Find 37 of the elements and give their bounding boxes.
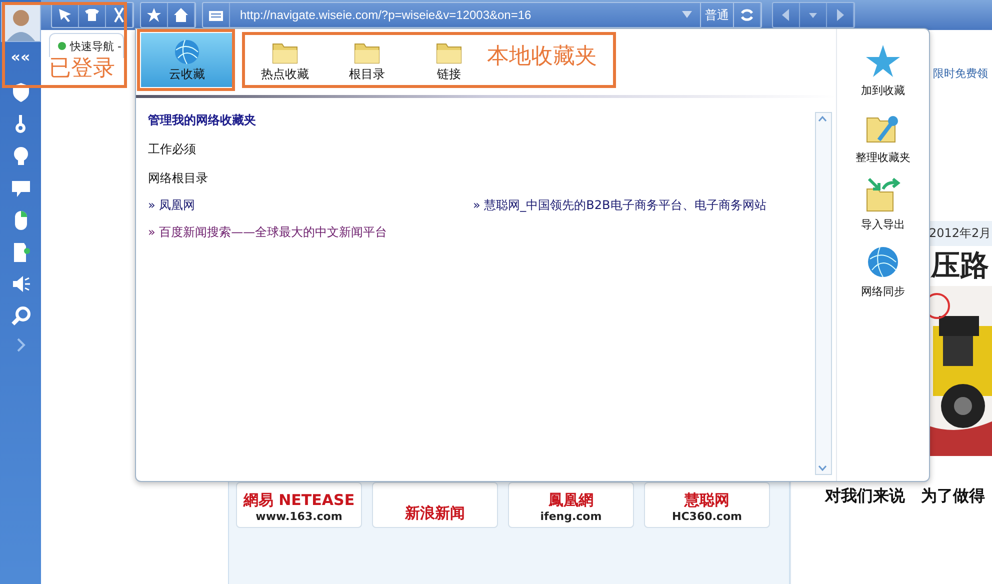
address-bar[interactable]: http://navigate.wiseie.com/?p=wiseie&v=12003&on=16 普通 bbox=[202, 2, 762, 28]
folder-title[interactable]: 工作必须 bbox=[148, 141, 815, 158]
folder-arrows-icon bbox=[865, 177, 901, 213]
browser-tab[interactable]: 快速导航 - bbox=[49, 33, 124, 58]
chevron-icon[interactable] bbox=[14, 338, 26, 352]
dropdown-icon[interactable] bbox=[682, 11, 692, 19]
site-logo[interactable]: 新浪新闻 bbox=[372, 482, 498, 528]
star-icon bbox=[865, 43, 901, 79]
scrollbar[interactable] bbox=[815, 112, 832, 475]
site-logo[interactable]: 鳳凰網 ifeng.com bbox=[508, 482, 634, 528]
site-logo[interactable]: 慧聪网 HC360.com bbox=[644, 482, 770, 528]
site-logo[interactable]: 網易 NETEASE www.163.com bbox=[236, 482, 362, 528]
annotation-label: 本地收藏夹 bbox=[487, 45, 597, 70]
folder-title[interactable]: 网络根目录 bbox=[148, 170, 815, 187]
bookmark-link[interactable]: » 慧聪网_中国领先的B2B电子商务平台、电子商务网站 bbox=[473, 197, 815, 214]
favorites-action[interactable]: 导入导出 bbox=[861, 177, 905, 232]
caption: 对我们来说 为了做得 bbox=[824, 486, 986, 507]
section-heading[interactable]: 管理我的网络收藏夹 bbox=[148, 112, 815, 129]
banner-text: 限时免费领 bbox=[933, 66, 989, 81]
favorites-tab[interactable]: 热点收藏 bbox=[255, 33, 315, 87]
bookmark-link[interactable]: » 凤凰网 bbox=[148, 197, 473, 214]
favorites-tab[interactable]: 云收藏 bbox=[141, 33, 233, 87]
favorites-tab[interactable]: 根目录 bbox=[337, 33, 397, 87]
search-icon[interactable] bbox=[10, 306, 30, 326]
bookmark-link[interactable]: » 百度新闻搜索——全球最大的中文新闻平台 bbox=[148, 224, 473, 241]
shield-icon[interactable] bbox=[10, 82, 30, 102]
globe-icon bbox=[865, 244, 901, 280]
favorites-action[interactable]: 加到收藏 bbox=[861, 43, 905, 98]
favorites-action[interactable]: 整理收藏夹 bbox=[856, 110, 910, 165]
favorites-action[interactable]: 网络同步 bbox=[861, 244, 905, 299]
speech-bubble-icon[interactable] bbox=[10, 178, 30, 198]
speaker-icon[interactable] bbox=[10, 274, 30, 294]
collapse-button[interactable]: «« bbox=[10, 48, 30, 66]
favorites-tab[interactable]: 链接 bbox=[419, 33, 479, 87]
mode-button[interactable]: 普通 bbox=[700, 3, 734, 27]
headline: 压路 bbox=[931, 247, 990, 284]
globe-icon bbox=[172, 38, 202, 66]
